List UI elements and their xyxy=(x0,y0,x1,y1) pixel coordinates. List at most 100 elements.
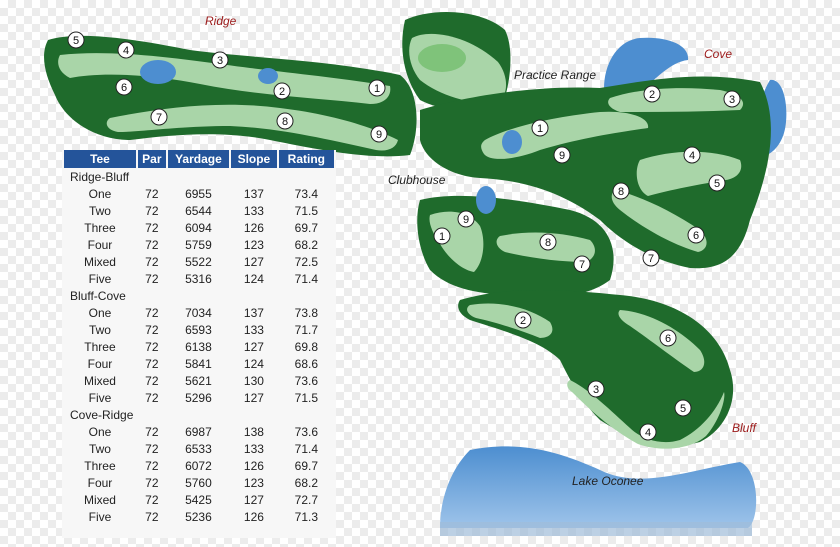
rating-cell: 73.8 xyxy=(294,305,319,320)
tee-cell: Two xyxy=(88,203,111,218)
table-row: Two 72 6533 133 71.4 xyxy=(64,440,334,457)
tee-cell: Four xyxy=(87,237,113,252)
cove-hole-1: 1 xyxy=(537,123,543,135)
yardage-cell: 6072 xyxy=(185,458,212,473)
table-row: Five 72 5236 126 71.3 xyxy=(64,508,334,525)
rating-cell: 71.4 xyxy=(294,441,319,456)
table-row: Two 72 6544 133 71.5 xyxy=(64,202,334,219)
yardage-cell: 5841 xyxy=(185,356,212,371)
clubhouse-label: Clubhouse xyxy=(388,173,446,187)
column-header-rating: Rating xyxy=(278,150,334,168)
bluff-hole-3: 3 xyxy=(593,384,599,396)
slope-cell: 133 xyxy=(243,203,264,218)
table-row: One 72 6987 138 73.6 xyxy=(64,423,334,440)
ridge-pond-mid xyxy=(258,68,278,84)
par-cell: 72 xyxy=(145,373,159,388)
slope-cell: 126 xyxy=(243,458,264,473)
par-cell: 72 xyxy=(145,203,159,218)
table-row: Four 72 5759 123 68.2 xyxy=(64,236,334,253)
bluff-label: Bluff xyxy=(732,421,757,435)
tee-cell: Three xyxy=(84,220,116,235)
yardage-cell: 5316 xyxy=(185,271,212,286)
slope-cell: 137 xyxy=(243,186,264,201)
table-row: Mixed 72 5522 127 72.5 xyxy=(64,253,334,270)
column-header-yardage: Yardage xyxy=(167,150,230,168)
par-cell: 72 xyxy=(145,339,159,354)
lake-oconee-label: Lake Oconee xyxy=(572,474,644,488)
par-cell: 72 xyxy=(145,220,159,235)
rating-cell: 69.7 xyxy=(294,458,319,473)
tee-cell: One xyxy=(88,305,112,320)
rating-cell: 73.4 xyxy=(294,186,319,201)
par-cell: 72 xyxy=(145,237,159,252)
rating-cell: 71.3 xyxy=(294,509,319,524)
cove-hole-9: 9 xyxy=(559,150,565,162)
ridge-hole-4: 4 xyxy=(123,45,129,57)
course-combination-row: Cove-Ridge xyxy=(64,406,334,423)
ridge-label: Ridge xyxy=(205,14,237,28)
table-row: Two 72 6593 133 71.7 xyxy=(64,321,334,338)
middle-pond xyxy=(476,186,496,214)
slope-cell: 130 xyxy=(243,373,264,388)
cove-hole-5: 5 xyxy=(714,178,720,190)
par-cell: 72 xyxy=(145,186,159,201)
par-cell: 72 xyxy=(145,492,159,507)
yardage-cell: 7034 xyxy=(185,305,212,320)
tee-cell: Mixed xyxy=(83,492,116,507)
slope-cell: 127 xyxy=(243,390,264,405)
yardage-cell: 6094 xyxy=(185,220,212,235)
rating-cell: 71.7 xyxy=(294,322,319,337)
table-row: One 72 6955 137 73.4 xyxy=(64,185,334,202)
table-header-row: Tee Par Yardage Slope Rating xyxy=(64,150,334,168)
yardage-cell: 6987 xyxy=(185,424,212,439)
slope-cell: 124 xyxy=(243,356,264,371)
tee-cell: Mixed xyxy=(83,254,116,269)
course-combination-row: Ridge-Bluff xyxy=(64,168,334,185)
par-cell: 72 xyxy=(145,475,159,490)
yardage-cell: 6955 xyxy=(185,186,212,201)
yardage-cell: 5759 xyxy=(185,237,212,252)
rating-cell: 69.7 xyxy=(294,220,319,235)
table-row: Three 72 6072 126 69.7 xyxy=(64,457,334,474)
ridge-hole-2: 2 xyxy=(279,86,285,98)
table-body: Ridge-Bluff One 72 6955 137 73.4 Two 72 6544 133 7… xyxy=(64,168,334,525)
rating-cell: 68.6 xyxy=(294,356,319,371)
tee-cell: Three xyxy=(84,458,116,473)
yardage-cell: 6138 xyxy=(185,339,212,354)
bluff-hole-2: 2 xyxy=(520,315,526,327)
slope-cell: 127 xyxy=(243,492,264,507)
rating-cell: 68.2 xyxy=(294,475,319,490)
par-cell: 72 xyxy=(145,509,159,524)
cove-hole-2: 2 xyxy=(649,89,655,101)
rating-cell: 71.5 xyxy=(294,203,319,218)
yardage-cell: 6593 xyxy=(185,322,212,337)
yardage-cell: 5760 xyxy=(185,475,212,490)
cove-label: Cove xyxy=(704,47,733,61)
column-header-tee: Tee xyxy=(64,150,136,168)
slope-cell: 126 xyxy=(243,509,264,524)
ridge-hole-6: 6 xyxy=(121,82,127,94)
cove-hole-6: 6 xyxy=(693,230,699,242)
table-row: Four 72 5760 123 68.2 xyxy=(64,474,334,491)
par-cell: 72 xyxy=(145,441,159,456)
table-row: One 72 7034 137 73.8 xyxy=(64,304,334,321)
rating-cell: 71.4 xyxy=(294,271,319,286)
table-row: Three 72 6138 127 69.8 xyxy=(64,338,334,355)
course-combination-label: Bluff-Cove xyxy=(70,288,126,303)
yardage-cell: 5296 xyxy=(185,390,212,405)
table-row: Mixed 72 5425 127 72.7 xyxy=(64,491,334,508)
slope-cell: 138 xyxy=(243,424,264,439)
middle-hole-8: 8 xyxy=(545,237,551,249)
ridge-hole-9: 9 xyxy=(376,129,382,141)
rating-cell: 71.5 xyxy=(294,390,319,405)
yardage-cell: 6544 xyxy=(185,203,212,218)
tee-cell: Five xyxy=(88,509,112,524)
tee-cell: Two xyxy=(88,441,111,456)
rating-cell: 72.5 xyxy=(294,254,319,269)
yardage-cell: 5236 xyxy=(185,509,212,524)
ridge-hole-5: 5 xyxy=(73,35,79,47)
middle-hole-7: 7 xyxy=(579,259,585,271)
cove-pond xyxy=(502,130,522,154)
rating-cell: 73.6 xyxy=(294,373,319,388)
course-combination-row: Bluff-Cove xyxy=(64,287,334,304)
